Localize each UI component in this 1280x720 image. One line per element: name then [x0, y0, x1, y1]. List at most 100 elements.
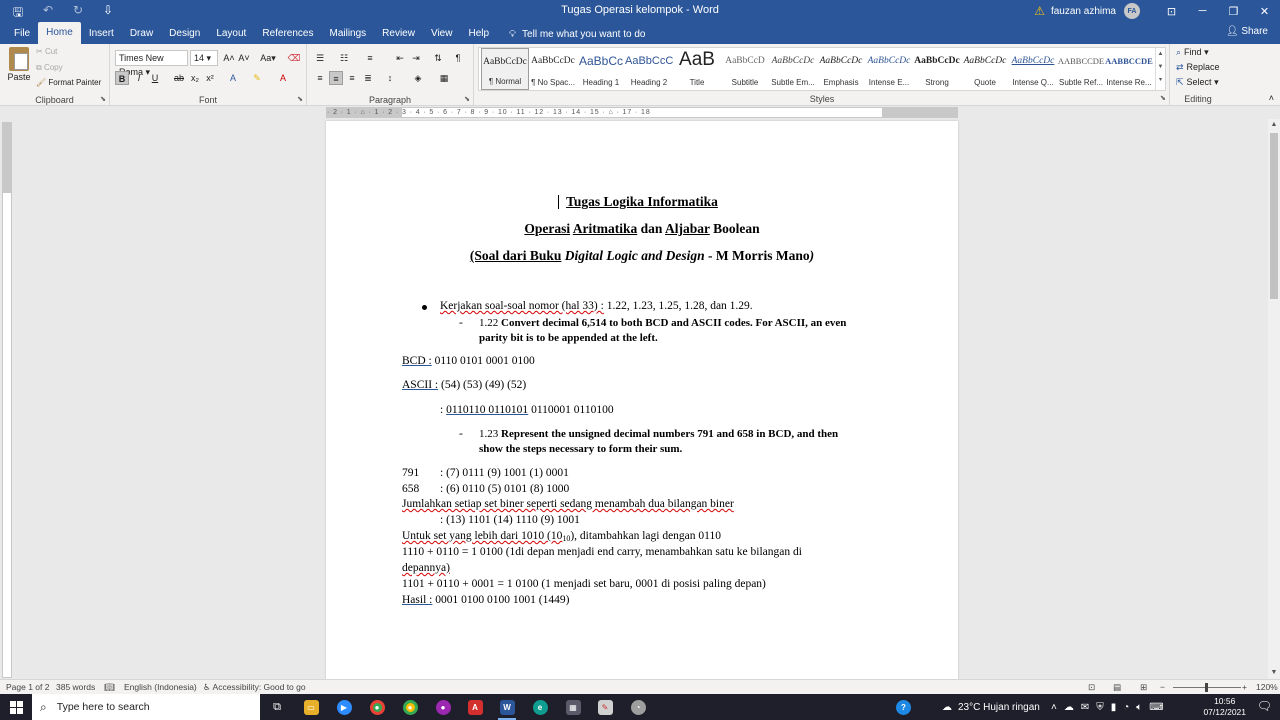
copy-button[interactable]: ⧉ Copy	[36, 63, 63, 73]
close-button[interactable]: ✕	[1249, 0, 1280, 22]
user-name[interactable]: fauzan azhima	[1051, 6, 1116, 17]
sum-result[interactable]: : (13) 1101 (14) 1110 (9) 1001	[440, 514, 580, 526]
web-layout-icon[interactable]: ⊞	[1140, 682, 1147, 693]
tab-home[interactable]: Home	[38, 22, 81, 44]
justify-icon[interactable]: ≣	[361, 71, 375, 85]
ribbon-display-options-icon[interactable]: ⊡	[1156, 0, 1187, 22]
help-icon[interactable]: ?	[896, 694, 911, 720]
chrome-alt-icon[interactable]: ●	[430, 697, 456, 717]
number-658-bcd[interactable]: : (6) 0110 (5) 0101 (8) 1000	[440, 483, 569, 495]
number-791-bcd[interactable]: : (7) 0111 (9) 1001 (1) 0001	[440, 467, 569, 479]
acrobat-icon[interactable]: A	[462, 697, 488, 717]
tab-mailings[interactable]: Mailings	[321, 24, 374, 44]
zoom-app-icon[interactable]: ▶	[331, 697, 357, 717]
weather-widget[interactable]: ☁ 23°C Hujan ringan	[942, 694, 1040, 720]
doc-title-2[interactable]: Operasi Aritmatika dan Aljabar Boolean	[326, 221, 958, 237]
style-no-spacing[interactable]: AaBbCcDc ¶ No Spac...	[529, 48, 577, 90]
change-case-button[interactable]: Aa▾	[258, 51, 278, 65]
font-color-icon[interactable]: A	[276, 71, 290, 85]
calculator-icon[interactable]: ▦	[560, 697, 586, 717]
tab-help[interactable]: Help	[460, 24, 497, 44]
word-count[interactable]: 385 words	[56, 682, 95, 692]
onedrive-icon[interactable]: ☁	[1064, 702, 1074, 713]
redo-icon[interactable]: ↻	[70, 3, 86, 24]
chevron-up-icon[interactable]: ▲	[1156, 48, 1165, 61]
subscript-button[interactable]: x₂	[188, 71, 202, 85]
shrink-font-icon[interactable]: A˅	[237, 51, 251, 65]
replace-button[interactable]: ⇄ Replace	[1176, 62, 1220, 73]
style-strong[interactable]: AaBbCcDc Strong	[913, 48, 961, 90]
align-left-icon[interactable]: ≡	[313, 71, 327, 85]
volume-icon[interactable]: 🔈︎	[1136, 702, 1142, 713]
style-emphasis[interactable]: AaBbCcDc Emphasis	[817, 48, 865, 90]
print-layout-icon[interactable]: ▤	[1113, 682, 1121, 693]
tab-layout[interactable]: Layout	[208, 24, 254, 44]
font-name-dropdown[interactable]: Times New Roma ▾	[115, 50, 188, 77]
avatar[interactable]: FA	[1124, 3, 1140, 19]
language[interactable]: English (Indonesia)	[124, 682, 197, 692]
customize-icon[interactable]: ⇩	[100, 3, 116, 24]
notification-icon[interactable]: 🗨︎	[1257, 699, 1272, 713]
edge-icon[interactable]: e	[527, 697, 553, 717]
tell-me-search[interactable]: 💡︎ Tell me what you want to do	[509, 24, 645, 44]
proofing-icon[interactable]: 📖︎	[104, 682, 115, 693]
taskbar-search[interactable]: ⌕ Type here to search	[32, 694, 260, 720]
clock[interactable]: 10:56 07/12/2021	[1203, 696, 1246, 718]
task-view-icon[interactable]: ⧉	[264, 697, 290, 717]
bullets-icon[interactable]: ☰	[313, 51, 327, 65]
styles-scroll[interactable]: ▲ ▼ ▾	[1155, 48, 1165, 90]
question-1-23[interactable]: 1.23 Represent the unsigned decimal numb…	[479, 428, 838, 440]
font-size-dropdown[interactable]: 14 ▾	[190, 50, 218, 66]
app-icon[interactable]: ◔	[625, 697, 651, 717]
style-normal[interactable]: AaBbCcDc ¶ Normal	[481, 48, 529, 90]
minimize-button[interactable]: ─	[1187, 0, 1218, 22]
zoom-in-icon[interactable]: +	[1242, 682, 1247, 692]
grow-font-icon[interactable]: A˄	[222, 51, 236, 65]
style-heading-2[interactable]: AaBbCcC Heading 2	[625, 48, 673, 90]
clear-formatting-icon[interactable]: ⌫	[287, 51, 301, 65]
battery-icon[interactable]: ▮	[1111, 702, 1117, 713]
accessibility-status[interactable]: ♿︎ Accessibility: Good to go	[203, 682, 306, 693]
number-791[interactable]: 791	[402, 467, 419, 479]
style-quote[interactable]: AaBbCcDc Quote	[961, 48, 1009, 90]
ascii-line[interactable]: ASCII : (54) (53) (49) (52)	[402, 379, 526, 391]
format-painter-button[interactable]: 🖌︎ Format Painter	[36, 78, 101, 87]
bcd-line[interactable]: BCD : 0110 0101 0001 0100	[402, 355, 535, 367]
zoom-slider-thumb[interactable]	[1205, 683, 1208, 692]
file-explorer-icon[interactable]: ▭	[298, 697, 324, 717]
tab-view[interactable]: View	[423, 24, 461, 44]
tab-review[interactable]: Review	[374, 24, 423, 44]
italic-button[interactable]: I	[132, 71, 146, 85]
start-button[interactable]	[0, 694, 32, 720]
style-intense-emphasis[interactable]: AaBbCcDc Intense E...	[865, 48, 913, 90]
doc-title-3[interactable]: (Soal dari Buku Digital Logic and Design…	[326, 248, 958, 264]
highlight-icon[interactable]: ✎	[250, 71, 264, 85]
horizontal-ruler[interactable]: · 2 · 1 · ⌂ · 1 · 2 · 3 · 4 · 5 · 6 · 7 …	[326, 107, 958, 118]
save-icon[interactable]: 🖫	[10, 3, 26, 24]
underline-button[interactable]: U	[148, 71, 162, 85]
defender-icon[interactable]: ⛨	[1096, 702, 1104, 713]
style-subtitle[interactable]: AaBbCcD Subtitle	[721, 48, 769, 90]
tab-design[interactable]: Design	[161, 24, 208, 44]
tab-references[interactable]: References	[254, 24, 321, 44]
borders-icon[interactable]: ▦	[437, 71, 451, 85]
style-subtle-reference[interactable]: AABBCCDE Subtle Ref...	[1057, 48, 1105, 90]
cut-button[interactable]: ✂ Cut	[36, 47, 57, 56]
page-count[interactable]: Page 1 of 2	[6, 682, 49, 692]
shading-icon[interactable]: ◈	[411, 71, 425, 85]
network-icon[interactable]: ◔	[1123, 702, 1129, 713]
dialog-launcher-icon[interactable]: ⬊	[1160, 94, 1166, 102]
language-indicator-icon[interactable]: ⌨	[1149, 702, 1163, 713]
ascii-binary-line[interactable]: : 0110110 0110101 0110001 0110100	[440, 404, 614, 416]
bold-button[interactable]: B	[115, 71, 129, 85]
warning-icon[interactable]: ⚠	[1034, 4, 1045, 18]
style-intense-quote[interactable]: AaBbCcDc Intense Q...	[1009, 48, 1057, 90]
step-1101[interactable]: 1101 + 0110 + 0001 = 1 0100 (1 menjadi s…	[402, 578, 766, 590]
sum-instruction[interactable]: Jumlahkan setiap set biner seperti sedan…	[402, 498, 734, 510]
result-line[interactable]: Hasil : 0001 0100 0100 1001 (1449)	[402, 594, 569, 606]
mail-icon[interactable]: ✉	[1081, 702, 1089, 713]
style-heading-1[interactable]: AaBbCc Heading 1	[577, 48, 625, 90]
style-title[interactable]: AaB Title	[673, 48, 721, 90]
align-center-icon[interactable]: ≡	[329, 71, 343, 85]
more-styles-icon[interactable]: ▾	[1156, 74, 1165, 87]
